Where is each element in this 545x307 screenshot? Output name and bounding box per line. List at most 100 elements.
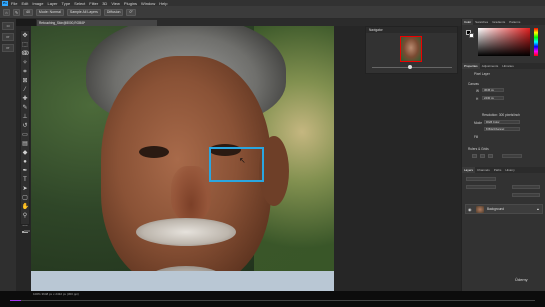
- resolution-text: Resolution: 300 pixels/inch: [482, 113, 520, 117]
- more-tools-icon[interactable]: …: [22, 222, 29, 229]
- tab-channels[interactable]: Channels: [475, 167, 492, 173]
- history-brush-tool-icon[interactable]: ↺: [22, 123, 29, 130]
- clone-stamp-tool-icon[interactable]: ⊥: [22, 114, 29, 121]
- photo-canvas[interactable]: [31, 26, 334, 291]
- fill-field[interactable]: [512, 193, 540, 197]
- navigator-panel: Navigator: [365, 26, 458, 74]
- menu-window[interactable]: Window: [141, 1, 155, 6]
- fill-label: Fill: [474, 135, 479, 139]
- brush-size-field[interactable]: 40: [23, 8, 33, 16]
- type-tool-icon[interactable]: T: [22, 177, 29, 184]
- menu-filter[interactable]: Filter: [89, 1, 98, 6]
- eyedropper-tool-icon[interactable]: ⁄: [22, 87, 29, 94]
- tab-gradients[interactable]: Gradients: [490, 19, 507, 25]
- quick-select-tool-icon[interactable]: ✧: [22, 60, 29, 67]
- width-field[interactable]: 3645 px: [482, 88, 504, 92]
- sample-all-layers-checkbox[interactable]: Sample All Layers: [66, 8, 101, 16]
- side-button-3[interactable]: Pr: [2, 44, 14, 52]
- mode-label: Mode: [474, 121, 482, 125]
- opacity-field[interactable]: [512, 185, 540, 189]
- hand-tool-icon[interactable]: ✋: [22, 204, 29, 211]
- shape-tool-icon[interactable]: ▢: [22, 195, 29, 202]
- pixel-layer-label: Pixel Layer: [474, 72, 490, 76]
- move-tool-icon[interactable]: ✥: [22, 33, 29, 40]
- mode-select[interactable]: Mode: Normal: [35, 8, 64, 16]
- zoom-tool-icon[interactable]: ⚲: [22, 213, 29, 220]
- lock-icon: 🔒︎: [537, 207, 539, 211]
- layer-filter-select[interactable]: [466, 177, 496, 181]
- tab-adjustments[interactable]: Adjustments: [480, 63, 501, 69]
- rulers-grids-label: Rulers & Grids: [468, 147, 489, 151]
- height-label: H: [476, 97, 479, 101]
- tab-layers[interactable]: Layers: [462, 167, 476, 173]
- tab-properties[interactable]: Properties: [462, 63, 480, 69]
- gradient-tool-icon[interactable]: ▤: [22, 141, 29, 148]
- pen-tool-icon[interactable]: ✒: [22, 168, 29, 175]
- menu-type[interactable]: Type: [62, 1, 71, 6]
- right-panels: Color Swatches Gradients Patterns Proper…: [461, 19, 545, 291]
- photoshop-logo: Ps: [2, 0, 8, 6]
- crop-tool-icon[interactable]: ⌗: [22, 69, 29, 76]
- left-eye: [139, 146, 169, 158]
- color-picker-field[interactable]: [478, 28, 530, 56]
- angle-field[interactable]: 0°: [126, 8, 136, 16]
- dodge-tool-icon[interactable]: ●: [22, 159, 29, 166]
- menu-image[interactable]: Image: [32, 1, 43, 6]
- color-panel-tabs: Color Swatches Gradients Patterns: [462, 19, 545, 25]
- tab-paths[interactable]: Paths: [492, 167, 504, 173]
- shirt: [31, 271, 334, 291]
- udemy-watermark: Ûdemy: [515, 277, 528, 282]
- visibility-eye-icon[interactable]: ◉: [468, 207, 472, 212]
- frame-tool-icon[interactable]: ⊠: [22, 78, 29, 85]
- video-progress-track[interactable]: [10, 300, 535, 301]
- layer-name: Background: [487, 207, 505, 211]
- fg-bg-swatches[interactable]: [466, 30, 474, 38]
- brush-tool-icon[interactable]: ✎: [22, 105, 29, 112]
- navigator-zoom-slider[interactable]: [372, 67, 452, 68]
- healing-brush-tool-icon[interactable]: ✚: [22, 96, 29, 103]
- home-icon[interactable]: ⌂: [3, 8, 10, 16]
- color-mode-select[interactable]: RGB Color: [484, 120, 520, 124]
- bit-depth-select[interactable]: 8 Bits/Channel: [484, 127, 520, 131]
- status-bar: 100% 3648 px x 2432 px (300 ppi): [0, 291, 545, 307]
- spot-healing-brush-icon[interactable]: ✎: [13, 8, 20, 16]
- side-button-1[interactable]: Cl: [2, 22, 14, 30]
- menu-layer[interactable]: Layer: [47, 1, 57, 6]
- brush-cursor-icon: ↖: [239, 156, 246, 165]
- menu-3d[interactable]: 3D: [102, 1, 107, 6]
- hue-slider[interactable]: [534, 28, 538, 56]
- lasso-tool-icon[interactable]: ↂ: [22, 51, 29, 58]
- layer-row-background[interactable]: ◉ Background 🔒︎: [465, 204, 543, 214]
- menu-help[interactable]: Help: [159, 1, 167, 6]
- zoom-status: 100% 3648 px x 2432 px (300 ppi): [33, 292, 79, 296]
- navigator-thumbnail[interactable]: [400, 36, 422, 62]
- menu-view[interactable]: View: [111, 1, 120, 6]
- blur-tool-icon[interactable]: ◆: [22, 150, 29, 157]
- tab-swatches[interactable]: Swatches: [473, 19, 490, 25]
- menu-edit[interactable]: Edit: [21, 1, 28, 6]
- tab-history[interactable]: History: [503, 167, 516, 173]
- side-button-2[interactable]: Pr: [2, 33, 14, 41]
- background-color-swatch[interactable]: [23, 230, 30, 232]
- diffusion-field[interactable]: Diffusion: [103, 8, 124, 16]
- tab-color[interactable]: Color: [462, 19, 474, 25]
- background-swatch[interactable]: [469, 33, 474, 38]
- blend-mode-select[interactable]: [466, 185, 496, 189]
- navigator-zoom-knob[interactable]: [408, 65, 412, 69]
- tab-libraries[interactable]: Libraries: [500, 63, 516, 69]
- grid-button[interactable]: [480, 154, 485, 158]
- tab-patterns[interactable]: Patterns: [507, 19, 522, 25]
- menu-file[interactable]: File: [11, 1, 17, 6]
- path-select-tool-icon[interactable]: ➤: [22, 186, 29, 193]
- rulers-button[interactable]: [472, 154, 477, 158]
- units-select[interactable]: [502, 154, 522, 158]
- menu-plugins[interactable]: Plugins: [124, 1, 137, 6]
- guides-button[interactable]: [488, 154, 493, 158]
- marquee-tool-icon[interactable]: ⬚: [22, 42, 29, 49]
- nose: [171, 166, 211, 221]
- menu-select[interactable]: Select: [74, 1, 85, 6]
- width-label: W: [476, 89, 480, 93]
- eraser-tool-icon[interactable]: ▭: [22, 132, 29, 139]
- video-progress-fill: [10, 300, 21, 301]
- height-field[interactable]: 2430 px: [482, 96, 504, 100]
